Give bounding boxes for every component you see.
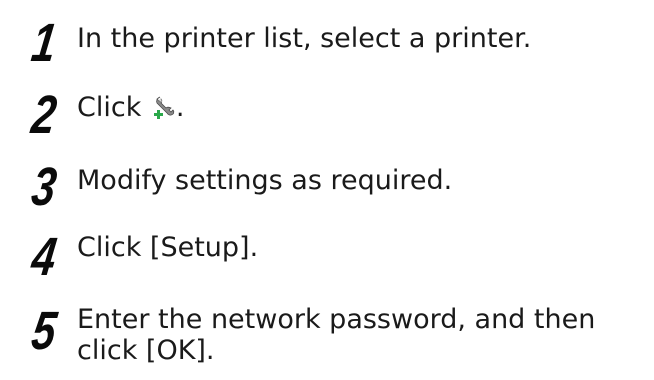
step-text-line1: Enter the network password, and then <box>77 304 596 335</box>
step-text: Click . <box>77 92 185 123</box>
step-number: 4 <box>28 227 59 287</box>
step-number: 2 <box>28 85 59 145</box>
step-text: In the printer list, select a printer. <box>77 23 532 54</box>
step-number: 1 <box>28 13 59 73</box>
step-text-line2: click [OK]. <box>77 335 215 366</box>
wrench-plus-icon <box>153 95 176 119</box>
step-1: 1 In the printer list, select a printer. <box>0 12 654 73</box>
step-text-after: . <box>175 92 185 123</box>
step-3: 3 Modify settings as required. <box>0 156 654 217</box>
step-number: 3 <box>28 157 59 217</box>
step-number: 5 <box>28 301 59 361</box>
step-4: 4 Click [Setup]. <box>0 226 654 287</box>
step-text-before: Click <box>77 92 150 123</box>
step-text: Modify settings as required. <box>77 165 453 196</box>
step-5: 5 Enter the network password, and then c… <box>0 300 654 378</box>
step-text: Click [Setup]. <box>77 232 259 263</box>
step-2: 2 Click . <box>0 84 654 145</box>
